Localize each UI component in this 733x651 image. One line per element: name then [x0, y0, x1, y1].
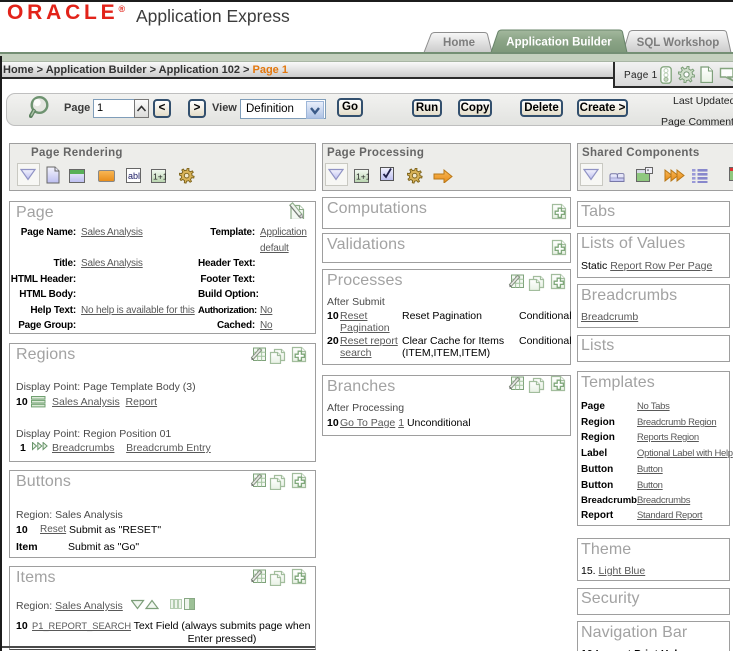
svg-text:SQL Workshop: SQL Workshop: [637, 37, 720, 49]
svg-text:Application Builder: Application Builder: [506, 37, 612, 49]
svg-text:Home: Home: [443, 37, 475, 49]
